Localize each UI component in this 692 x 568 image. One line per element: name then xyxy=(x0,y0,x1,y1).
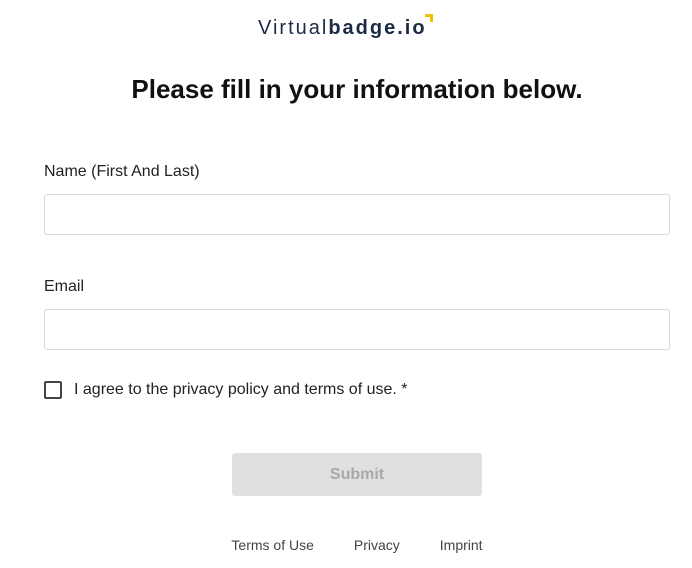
name-field[interactable] xyxy=(44,194,670,235)
footer-links: Terms of Use Privacy Imprint xyxy=(0,537,692,553)
consent-checkbox[interactable] xyxy=(44,381,62,399)
imprint-link[interactable]: Imprint xyxy=(440,537,483,553)
page: Virtual badge.io Please fill in your info… xyxy=(0,0,692,568)
email-field-label: Email xyxy=(44,278,85,295)
privacy-link[interactable]: Privacy xyxy=(354,537,400,553)
logo-corner-mark xyxy=(424,14,433,22)
page-title: Please fill in your information below. xyxy=(131,74,583,104)
consent-label: I agree to the privacy policy and terms … xyxy=(74,381,408,398)
virtualbadge-logo: Virtual badge.io xyxy=(258,12,433,40)
submit-button[interactable]: Submit xyxy=(232,453,482,496)
consent-row: I agree to the privacy policy and terms … xyxy=(44,381,408,399)
name-field-label: Name (First And Last) xyxy=(44,163,200,180)
email-field[interactable] xyxy=(44,309,670,350)
logo-light-text: Virtual xyxy=(258,17,329,39)
logo-bold-text: badge.io xyxy=(328,17,427,39)
terms-of-use-link[interactable]: Terms of Use xyxy=(231,537,313,553)
